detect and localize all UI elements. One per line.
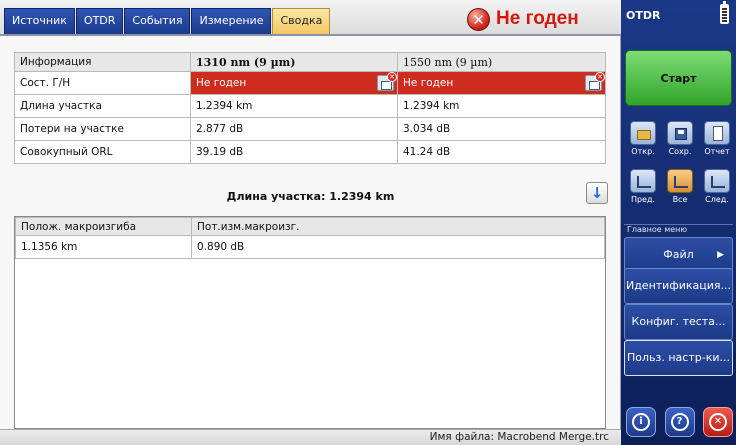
tab-bar: Источник OTDR События Измерение Сводка ✕… [0, 0, 621, 36]
summary-table: Информация 1310 nm (9 µm) 1550 nm (9 µm)… [14, 52, 606, 164]
macrobend-table: Полож. макроизгиба Пот.изм.макроизг. 1.1… [15, 217, 605, 259]
all-traces-icon [667, 169, 693, 193]
next-label: След. [705, 195, 729, 204]
previous-label: Пред. [630, 195, 656, 204]
battery-icon [720, 1, 729, 24]
macrobend-loss: 0.890 dB [191, 235, 605, 259]
menu-file-label: Файл [663, 248, 694, 261]
macrobend-table-container: Полож. макроизгиба Пот.изм.макроизг. 1.1… [14, 216, 606, 429]
column-header-info: Информация [14, 52, 191, 72]
main-area: Источник OTDR События Измерение Сводка ✕… [0, 0, 621, 445]
close-icon[interactable]: ✕ [703, 407, 733, 437]
span-length-1310: 1.2394 km [190, 94, 398, 118]
span-length-caption: Длина участка: 1.2394 km [226, 190, 395, 203]
bottom-icon-bar: i ? ✕ [626, 407, 733, 437]
tab-source[interactable]: Источник [4, 8, 75, 34]
macrobend-position: 1.1356 km [15, 235, 192, 259]
help-icon[interactable]: ? [664, 407, 695, 437]
table-row: Совокупный ORL 39.19 dB 41.24 dB [14, 140, 606, 164]
fail-details-icon[interactable]: ✕ [585, 72, 605, 91]
all-label: Все [672, 195, 688, 204]
main-menu-title: Главное меню [624, 224, 733, 236]
column-header-1550: 1550 nm (9 µm) [397, 52, 606, 72]
save-button[interactable]: Сохр. [664, 121, 696, 156]
macrobend-header-row: Полож. макроизгиба Пот.изм.макроизг. [15, 217, 605, 236]
span-length-1550: 1.2394 km [397, 94, 606, 118]
open-label: Откр. [631, 147, 655, 156]
column-header-macrobend-loss: Пот.изм.макроизг. [191, 217, 605, 236]
menu-user-settings-button[interactable]: Польз. настр-ки... [624, 340, 733, 376]
next-trace-icon [704, 169, 730, 193]
sidebar: OTDR Старт Откр. Сохр. Отчет Пред. Все С… [621, 0, 736, 445]
verdict-indicator: ✕ Не годен [467, 6, 579, 32]
sidebar-title: OTDR [626, 9, 661, 22]
tab-otdr[interactable]: OTDR [75, 8, 124, 34]
filename-label: Имя файла: Macrobend Merge.trc [429, 431, 609, 443]
row-label-orl: Совокупный ORL [14, 140, 191, 164]
table-row: Длина участка 1.2394 km 1.2394 km [14, 94, 606, 118]
save-label: Сохр. [668, 147, 692, 156]
orl-1310: 39.19 dB [190, 140, 398, 164]
summary-header-row: Информация 1310 nm (9 µm) 1550 nm (9 µm) [14, 52, 606, 72]
status-bar: Имя файла: Macrobend Merge.trc [0, 429, 621, 445]
info-icon[interactable]: i [626, 407, 656, 437]
next-trace-button[interactable]: След. [701, 169, 733, 204]
table-row: Потери на участке 2.877 dB 3.034 dB [14, 117, 606, 141]
previous-trace-button[interactable]: Пред. [627, 169, 659, 204]
open-button[interactable]: Откр. [627, 121, 659, 156]
tab-events[interactable]: События [124, 8, 191, 34]
menu-test-config-button[interactable]: Конфиг. теста... [624, 304, 733, 340]
span-loss-1550: 3.034 dB [397, 117, 606, 141]
row-label-status: Сост. Г/Н [14, 71, 191, 95]
open-folder-icon [630, 121, 656, 145]
menu-identification-button[interactable]: Идентификация... [624, 268, 733, 304]
column-header-1310: 1310 nm (9 µm) [190, 52, 398, 72]
tab-summary[interactable]: Сводка [272, 8, 331, 34]
status-1550-cell: Не годен ✕ [397, 71, 606, 95]
report-button[interactable]: Отчет [701, 121, 733, 156]
all-traces-button[interactable]: Все [664, 169, 696, 204]
fail-x-icon: ✕ [467, 7, 490, 31]
verdict-text: Не годен [496, 8, 579, 29]
column-header-macrobend-position: Полож. макроизгиба [15, 217, 192, 236]
report-icon [704, 121, 730, 145]
save-disk-icon [667, 121, 693, 145]
table-row[interactable]: 1.1356 km 0.890 dB [15, 235, 605, 259]
previous-trace-icon [630, 169, 656, 193]
row-label-span-length: Длина участка [14, 94, 191, 118]
scroll-down-arrow-icon[interactable]: ↓ [586, 182, 608, 204]
orl-1550: 41.24 dB [397, 140, 606, 164]
row-label-span-loss: Потери на участке [14, 117, 191, 141]
report-label: Отчет [704, 147, 730, 156]
status-1550-value: Не годен [403, 77, 454, 89]
status-1310-cell: Не годен ✕ [190, 71, 398, 95]
start-button[interactable]: Старт [625, 50, 732, 106]
tab-measurement[interactable]: Измерение [191, 8, 272, 34]
table-row: Сост. Г/Н Не годен ✕ Не годен ✕ [14, 71, 606, 95]
fail-details-icon[interactable]: ✕ [377, 72, 397, 91]
span-loss-1310: 2.877 dB [190, 117, 398, 141]
status-1310-value: Не годен [196, 77, 247, 89]
chevron-right-icon: ▶ [717, 250, 724, 260]
